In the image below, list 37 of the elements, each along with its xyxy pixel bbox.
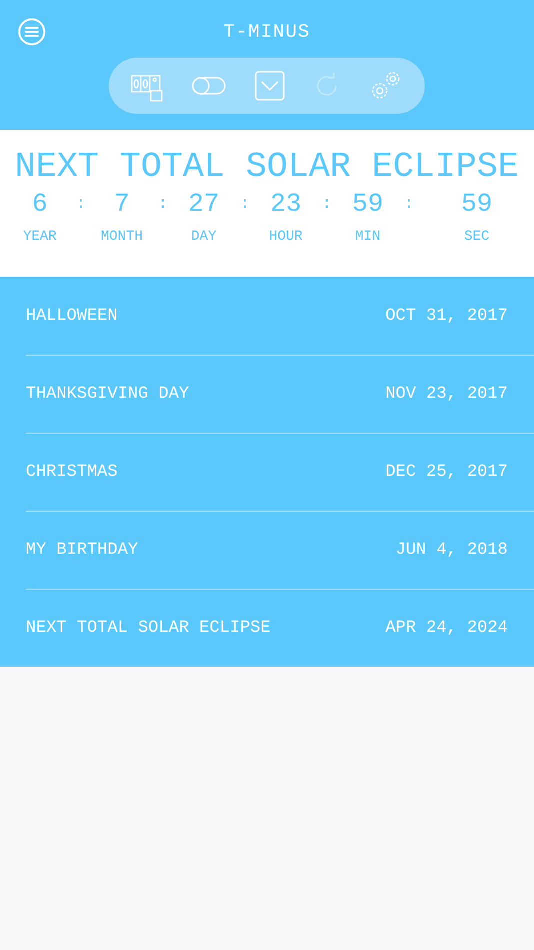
colon-separator: : <box>76 195 86 213</box>
countdown-value: 59 <box>461 189 493 219</box>
event-date: NOV 23, 2017 <box>386 385 508 404</box>
event-row[interactable]: MY BIRTHDAY JUN 4, 2018 <box>26 512 534 590</box>
event-date: OCT 31, 2017 <box>386 307 508 326</box>
checkbox-button[interactable] <box>254 71 285 101</box>
event-name: NEXT TOTAL SOLAR ECLIPSE <box>26 619 271 638</box>
event-row[interactable]: HALLOWEEN OCT 31, 2017 <box>26 278 534 356</box>
event-row[interactable]: NEXT TOTAL SOLAR ECLIPSE APR 24, 2024 <box>26 590 534 667</box>
unit-label: DAY <box>191 229 217 245</box>
event-name: MY BIRTHDAY <box>26 541 138 560</box>
event-date: JUN 4, 2018 <box>396 541 508 560</box>
countdown-value: 6 <box>32 189 48 219</box>
toggle-button[interactable] <box>192 76 226 96</box>
event-name: HALLOWEEN <box>26 307 118 326</box>
event-date: APR 24, 2024 <box>386 619 508 638</box>
countdown-value: 27 <box>188 189 220 219</box>
event-row[interactable]: THANKSGIVING DAY NOV 23, 2017 <box>26 356 534 434</box>
countdown-value: 7 <box>114 189 130 219</box>
colon-separator: : <box>158 195 168 213</box>
colon-separator: : <box>322 195 332 213</box>
event-name: THANKSGIVING DAY <box>26 385 190 404</box>
countdown-value: 23 <box>270 189 302 219</box>
event-name: CHRISTMAS <box>26 463 118 482</box>
colon-separator: : <box>404 195 414 213</box>
countdown-title: NEXT TOTAL SOLAR ECLIPSE <box>14 147 520 187</box>
colon-separator: : <box>240 195 250 213</box>
unit-label: YEAR <box>23 229 57 245</box>
countdown-value: 59 <box>352 189 384 219</box>
unit-label: MIN <box>355 229 381 245</box>
app-title: T-MINUS <box>222 21 312 43</box>
unit-label: MONTH <box>100 229 143 245</box>
event-row[interactable]: CHRISTMAS DEC 25, 2017 <box>26 434 534 512</box>
unit-label: HOUR <box>269 229 303 245</box>
event-date: DEC 25, 2017 <box>386 463 508 482</box>
unit-label: SEC <box>464 229 490 245</box>
menu-button[interactable] <box>18 18 46 46</box>
